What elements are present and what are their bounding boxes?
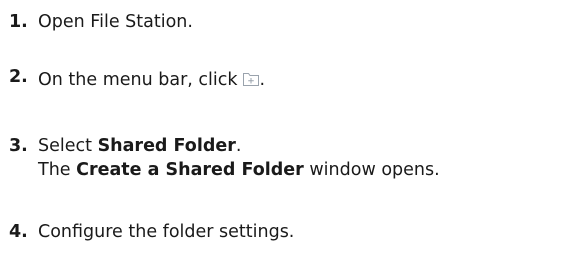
step-1-text: Open File Station. bbox=[38, 12, 193, 32]
step-number: 1. bbox=[9, 12, 28, 32]
step-2-text: On the menu bar, click bbox=[38, 70, 238, 90]
step-2-period: . bbox=[259, 70, 266, 90]
ui-term-create-shared-folder: Create a Shared Folder bbox=[76, 160, 304, 180]
step-text: On the menu bar, click. bbox=[38, 68, 265, 92]
step-text: Configure the folder settings. bbox=[38, 220, 294, 244]
step-3: 3. Select Shared Folder. The Create a Sh… bbox=[9, 134, 440, 182]
step-3-line-1: Select Shared Folder. bbox=[38, 136, 242, 156]
step-4: 4. Configure the folder settings. bbox=[9, 220, 294, 244]
create-folder-icon bbox=[242, 70, 260, 86]
step-text: Select Shared Folder. The Create a Share… bbox=[38, 134, 440, 182]
ui-term-shared-folder: Shared Folder bbox=[97, 136, 236, 156]
step-text: Open File Station. bbox=[38, 10, 193, 34]
step-3-line-2: The Create a Shared Folder window opens. bbox=[38, 160, 440, 180]
step-4-text: Configure the folder settings. bbox=[38, 222, 295, 242]
step-number: 3. bbox=[9, 136, 28, 156]
step-2: 2. On the menu bar, click. bbox=[9, 67, 265, 92]
step-1: 1. Open File Station. bbox=[9, 10, 193, 34]
step-number: 4. bbox=[9, 222, 28, 242]
step-number: 2. bbox=[9, 67, 28, 87]
